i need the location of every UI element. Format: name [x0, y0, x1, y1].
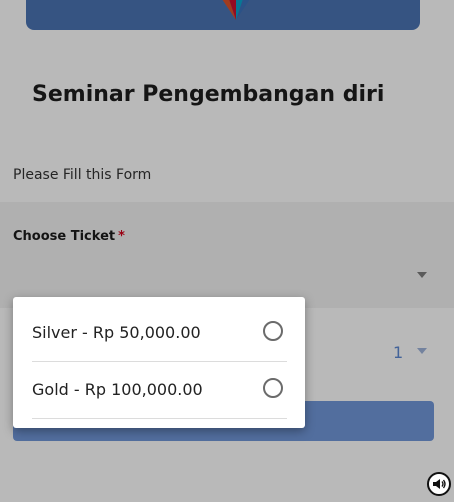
radio-button[interactable]: [263, 378, 283, 398]
ticket-options-popup: Silver - Rp 50,000.00 Gold - Rp 100,000.…: [13, 297, 305, 428]
radio-button[interactable]: [263, 321, 283, 341]
ticket-option-gold[interactable]: Gold - Rp 100,000.00: [32, 362, 287, 419]
ticket-option-label: Silver - Rp 50,000.00: [32, 323, 201, 342]
speaker-icon[interactable]: [427, 472, 451, 496]
ticket-option-label: Gold - Rp 100,000.00: [32, 380, 203, 399]
ticket-option-silver[interactable]: Silver - Rp 50,000.00: [32, 305, 287, 362]
